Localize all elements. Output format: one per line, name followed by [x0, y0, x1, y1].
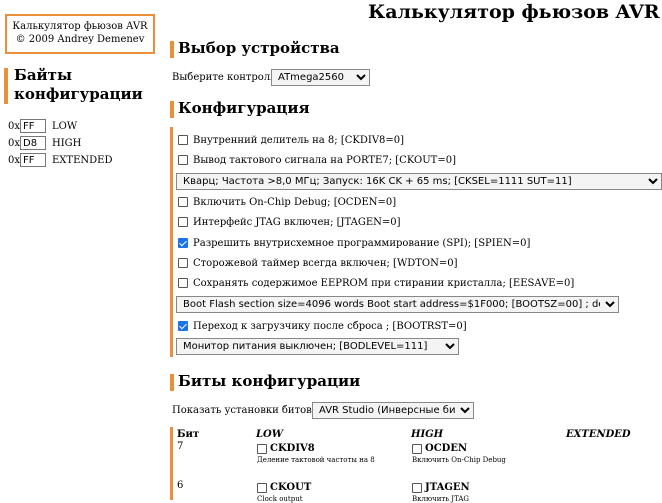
bit-number: 6	[177, 480, 184, 491]
high-fuse-input[interactable]	[20, 136, 46, 150]
bit-ckdiv8[interactable]: CKDIV8 Деление тактовой частоты на 8	[257, 443, 375, 464]
heading-accent-bar	[4, 68, 8, 104]
fuse-row-high: 0x HIGH	[8, 135, 81, 151]
fuse-row-low: 0x LOW	[8, 118, 77, 134]
option-wdton[interactable]: Сторожевой таймер всегда включен; [WDTON…	[178, 256, 458, 270]
option-ckdiv8[interactable]: Внутренний делитель на 8; [CKDIV8=0]	[178, 133, 404, 147]
ckdiv8-checkbox[interactable]	[178, 135, 188, 145]
bit-ocden[interactable]: OCDEN Включить On-Chip Debug	[412, 443, 506, 464]
bit-number: 7	[177, 441, 184, 452]
sidebar-heading-line2: конфигурации	[14, 85, 143, 103]
boot-size-select[interactable]: Boot Flash section size=4096 words Boot …	[176, 296, 619, 313]
option-label: Разрешить внутрисхемное программирование…	[193, 237, 531, 249]
bit-description: Clock output	[257, 495, 303, 503]
spien-checkbox[interactable]	[178, 238, 188, 248]
jtagen-checkbox[interactable]	[178, 217, 188, 227]
page-title: Калькулятор фьюзов AVR	[368, 1, 660, 23]
bit-column-header: Бит	[177, 429, 200, 440]
heading-accent-bar	[170, 41, 174, 58]
extended-column-header: EXTENDED	[566, 429, 631, 440]
controller-select[interactable]: ATmega2560	[271, 69, 370, 86]
bit-name: JTAGEN	[425, 482, 470, 493]
wdton-checkbox[interactable]	[178, 258, 188, 268]
bit-description: Включить JTAG	[412, 495, 470, 503]
clock-source-select[interactable]: Кварц; Частота >8,0 МГц; Запуск: 16K CK …	[176, 173, 662, 190]
option-label: Сохранять содержимое EEPROM при стирании…	[193, 277, 575, 289]
ocden-checkbox[interactable]	[178, 197, 188, 207]
ckout-bit-checkbox[interactable]	[257, 482, 267, 493]
extended-fuse-input[interactable]	[20, 153, 46, 167]
jtagen-bit-checkbox[interactable]	[412, 482, 422, 493]
low-column-header: LOW	[256, 429, 283, 440]
logo-box: Калькулятор фьюзов AVR © 2009 Andrey Dem…	[5, 14, 155, 54]
eesave-checkbox[interactable]	[178, 278, 188, 288]
option-label: Интерфейс JTAG включен; [JTAGEN=0]	[193, 216, 401, 228]
sidebar: Калькулятор фьюзов AVR © 2009 Andrey Dem…	[0, 0, 166, 500]
logo-title: Калькулятор фьюзов AVR	[12, 21, 148, 32]
option-ocden[interactable]: Включить On-Chip Debug; [OCDEN=0]	[178, 195, 396, 209]
option-label: Вывод тактового сигнала на PORTE7; [CKOU…	[193, 154, 456, 166]
option-label: Сторожевой таймер всегда включен; [WDTON…	[193, 257, 458, 269]
device-heading: Выбор устройства	[178, 39, 340, 57]
low-fuse-label: LOW	[52, 120, 78, 132]
option-spien[interactable]: Разрешить внутрисхемное программирование…	[178, 236, 530, 250]
ckout-checkbox[interactable]	[178, 155, 188, 165]
option-jtagen[interactable]: Интерфейс JTAG включен; [JTAGEN=0]	[178, 215, 401, 229]
high-fuse-label: HIGH	[52, 137, 82, 149]
fuse-row-extended: 0x EXTENDED	[8, 152, 112, 168]
option-label: Переход к загрузчику после сброса ; [BOO…	[193, 320, 467, 332]
bod-level-select[interactable]: Монитор питания выключен; [BODLEVEL=111]	[176, 338, 459, 355]
option-label: Внутренний делитель на 8; [CKDIV8=0]	[193, 134, 405, 146]
bit-description: Деление тактовой частоты на 8	[257, 456, 375, 464]
bit-name: CKDIV8	[270, 443, 315, 454]
option-label: Включить On-Chip Debug; [OCDEN=0]	[193, 196, 397, 208]
hex-prefix: 0x	[8, 137, 21, 149]
option-bootrst[interactable]: Переход к загрузчику после сброса ; [BOO…	[178, 319, 467, 333]
bit-name: CKOUT	[270, 482, 312, 493]
ocden-bit-checkbox[interactable]	[412, 443, 422, 454]
extended-fuse-label: EXTENDED	[52, 154, 113, 166]
bit-description: Включить On-Chip Debug	[412, 456, 506, 464]
bits-heading: Биты конфигурации	[178, 372, 361, 390]
ckdiv8-bit-checkbox[interactable]	[257, 443, 267, 454]
config-accent-bar	[170, 127, 173, 357]
logo-copyright: © 2009 Andrey Demenev	[15, 34, 145, 45]
hex-prefix: 0x	[8, 154, 21, 166]
sidebar-heading-line1: Байты	[14, 66, 72, 84]
heading-accent-bar	[170, 101, 174, 118]
high-column-header: HIGH	[411, 429, 444, 440]
low-fuse-input[interactable]	[20, 119, 46, 133]
bit-name: OCDEN	[425, 443, 468, 454]
option-eesave[interactable]: Сохранять содержимое EEPROM при стирании…	[178, 276, 574, 290]
bits-accent-bar	[170, 427, 173, 500]
config-heading: Конфигурация	[178, 99, 310, 117]
bootrst-checkbox[interactable]	[178, 321, 188, 331]
heading-accent-bar	[170, 374, 174, 391]
hex-prefix: 0x	[8, 120, 21, 132]
bits-format-select[interactable]: AVR Studio (Инверсные биты)	[312, 402, 474, 419]
option-ckout[interactable]: Вывод тактового сигнала на PORTE7; [CKOU…	[178, 153, 456, 167]
